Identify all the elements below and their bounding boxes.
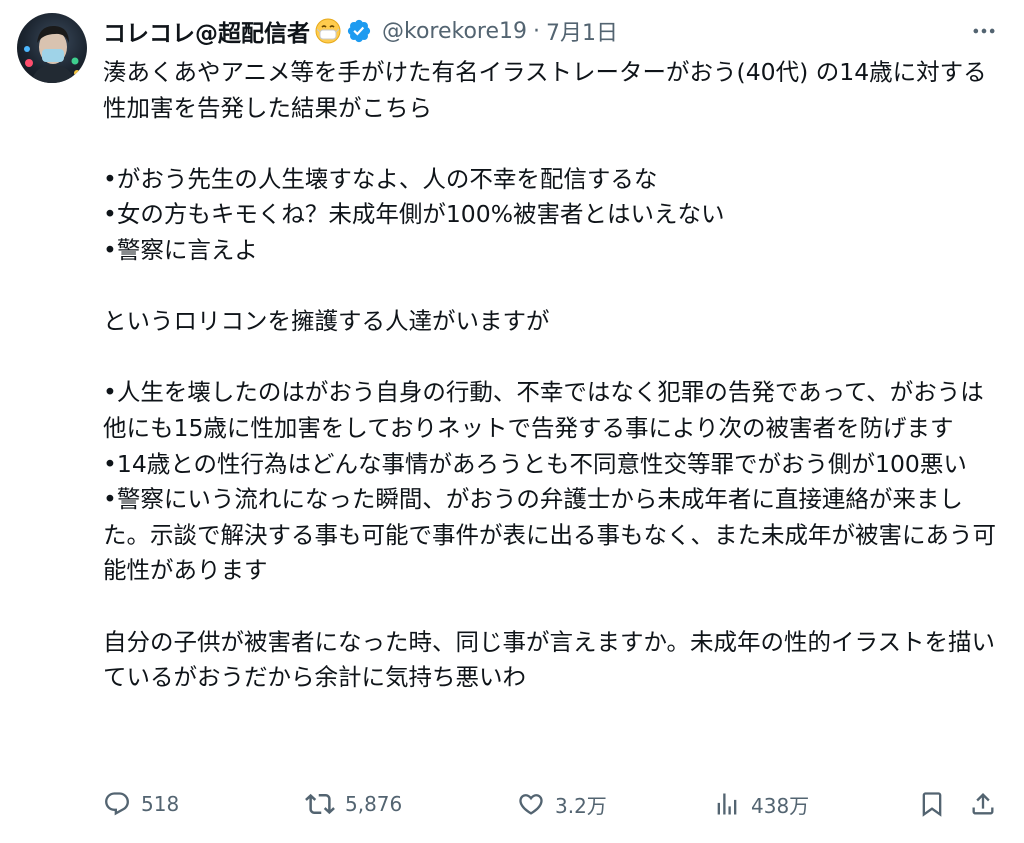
share-button[interactable] — [969, 784, 997, 824]
views-icon — [717, 793, 737, 815]
avatar[interactable] — [17, 13, 87, 83]
share-icon — [972, 793, 994, 815]
repost-count: 5,876 — [345, 792, 403, 816]
reply-button[interactable]: 518 — [103, 784, 179, 824]
separator-dot: · — [533, 18, 541, 44]
more-options-icon[interactable] — [964, 14, 1004, 48]
display-name[interactable]: コレコレ@超配信者 — [103, 14, 310, 48]
like-icon — [519, 794, 543, 815]
like-count: 3.2万 — [555, 793, 607, 818]
repost-button[interactable]: 5,876 — [305, 784, 402, 824]
face-with-mask-emoji-icon — [314, 17, 342, 45]
reply-icon — [105, 792, 129, 816]
user-handle[interactable]: @korekore19 — [382, 19, 527, 44]
views-count: 438万 — [751, 793, 810, 818]
avatar-image — [24, 25, 80, 83]
tweet: コレコレ@超配信者 @korekore19 · 7月1日 湊あくあやアニメ等を手… — [0, 0, 1024, 843]
repost-icon — [305, 793, 335, 815]
tweet-header: コレコレ@超配信者 @korekore19 · 7月1日 — [103, 14, 618, 48]
like-button[interactable]: 3.2万 — [517, 784, 607, 824]
bookmark-icon — [922, 792, 942, 817]
tweet-text: 湊あくあやアニメ等を手がけた有名イラストレーターがおう(40代) の14歳に対す… — [103, 58, 996, 692]
action-bar: 518 5,876 3.2万 438万 — [103, 784, 1003, 824]
tweet-date[interactable]: 7月1日 — [546, 15, 618, 47]
bookmark-button[interactable] — [918, 784, 946, 824]
verified-badge-icon[interactable] — [346, 18, 372, 44]
reply-count: 518 — [141, 792, 180, 816]
views-button[interactable]: 438万 — [713, 784, 809, 824]
